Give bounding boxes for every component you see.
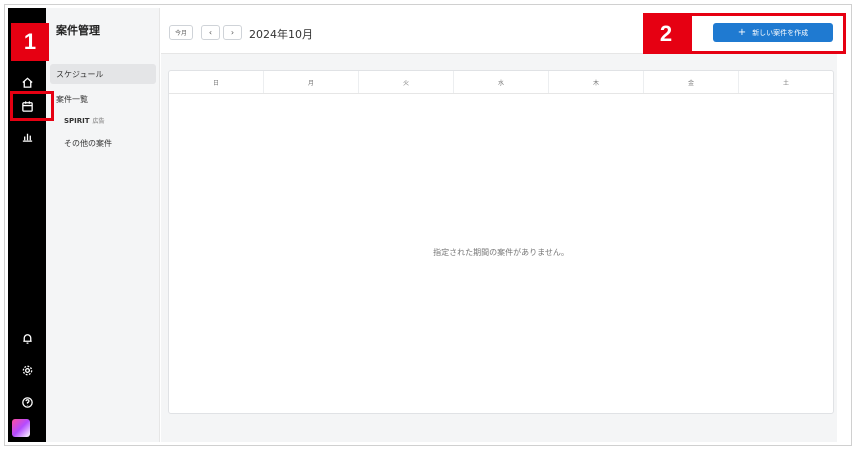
sidebar-item-tag: 広告 <box>92 118 105 125</box>
annotation-2-box <box>689 13 846 54</box>
sidebar-item-spirit[interactable]: SPIRIT 広告 <box>64 116 105 125</box>
sidebar-item-label: SPIRIT <box>64 117 90 125</box>
annotation-2-label: 2 <box>643 13 689 54</box>
home-icon[interactable] <box>8 72 46 92</box>
next-month-button[interactable]: › <box>223 25 242 40</box>
sidebar-item-label: その他の案件 <box>64 139 112 148</box>
help-icon[interactable] <box>8 392 46 412</box>
weekday-mon: 月 <box>264 71 359 93</box>
weekday-sat: 土 <box>782 79 789 87</box>
sidebar-item-schedule[interactable]: スケジュール <box>50 64 156 84</box>
today-button[interactable]: 今月 <box>169 25 193 40</box>
weekday-thu: 木 <box>549 71 644 93</box>
sub-sidebar: 案件管理 スケジュール 案件一覧 SPIRIT 広告 その他の案件 <box>46 8 160 442</box>
weekday-fri: 金 <box>644 71 739 93</box>
prev-month-button[interactable]: ‹ <box>201 25 220 40</box>
sidebar-item-label: スケジュール <box>56 70 104 79</box>
sidebar-item-project-list[interactable]: 案件一覧 <box>56 94 88 105</box>
icon-rail <box>8 8 46 442</box>
weekday-tue: 火 <box>359 71 454 93</box>
avatar[interactable] <box>12 419 30 437</box>
sidebar-item-label: 案件一覧 <box>56 95 88 104</box>
empty-state-message: 指定された期間の案件がありません。 <box>433 248 569 257</box>
chart-icon[interactable] <box>8 126 46 146</box>
current-month: 2024年10月 <box>249 28 313 41</box>
annotation-1-label: 1 <box>11 23 49 61</box>
bell-icon[interactable] <box>8 328 46 348</box>
gear-icon[interactable] <box>8 360 46 380</box>
weekday-sun: 日 <box>169 71 264 93</box>
annotation-1-box <box>10 91 54 121</box>
section-title: 案件管理 <box>56 24 100 37</box>
weekday-header: 日 月 火 水 木 金 土 <box>169 71 833 94</box>
weekday-wed: 水 <box>454 71 549 93</box>
calendar-grid: 日 月 火 水 木 金 土 指定された期間の案件がありません。 <box>168 70 834 414</box>
main-content: 今月 ‹ › 2024年10月 + 新しい案件を作成 日 月 火 水 木 金 土… <box>161 8 837 442</box>
sidebar-item-other-projects[interactable]: その他の案件 <box>64 138 112 149</box>
